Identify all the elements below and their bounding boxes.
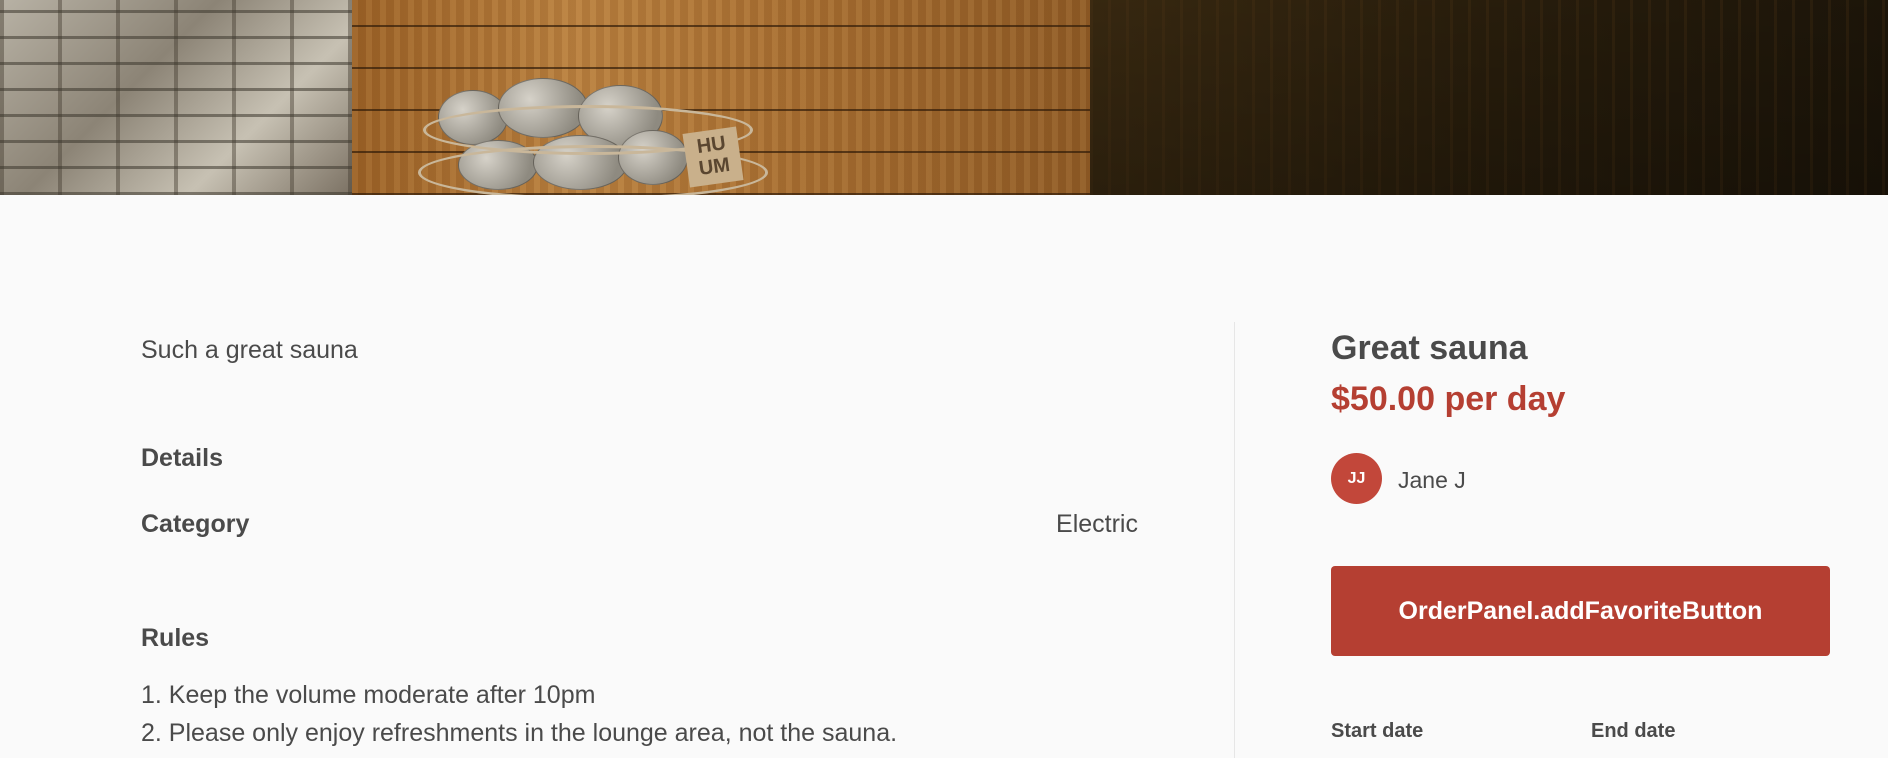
rule-item: 1. Keep the volume moderate after 10pm [141,681,596,709]
listing-title: Great sauna [1331,329,1528,367]
detail-row-category: Category Electric [141,510,1138,539]
author-name: Jane J [1398,467,1466,493]
column-divider [1234,322,1235,758]
hero-dark-wood [1090,0,1888,195]
add-favorite-button[interactable]: OrderPanel.addFavoriteButton [1331,566,1830,656]
hero-image: HU UM [0,0,1888,195]
start-date-label: Start date [1331,720,1424,742]
listing-description: Such a great sauna [141,336,358,364]
heater-brand-logo: HU UM [682,126,744,188]
sauna-heater: HU UM [418,70,778,195]
category-value: Electric [1056,510,1138,538]
details-heading: Details [141,444,223,472]
end-date-label: End date [1591,720,1676,742]
rule-item: 2. Please only enjoy refreshments in the… [141,719,898,747]
category-label: Category [141,510,250,538]
hero-stone-wall [0,0,352,195]
listing-price: $50.00 per day [1331,380,1566,418]
rules-heading: Rules [141,624,210,652]
author-avatar[interactable]: JJ [1331,453,1382,504]
